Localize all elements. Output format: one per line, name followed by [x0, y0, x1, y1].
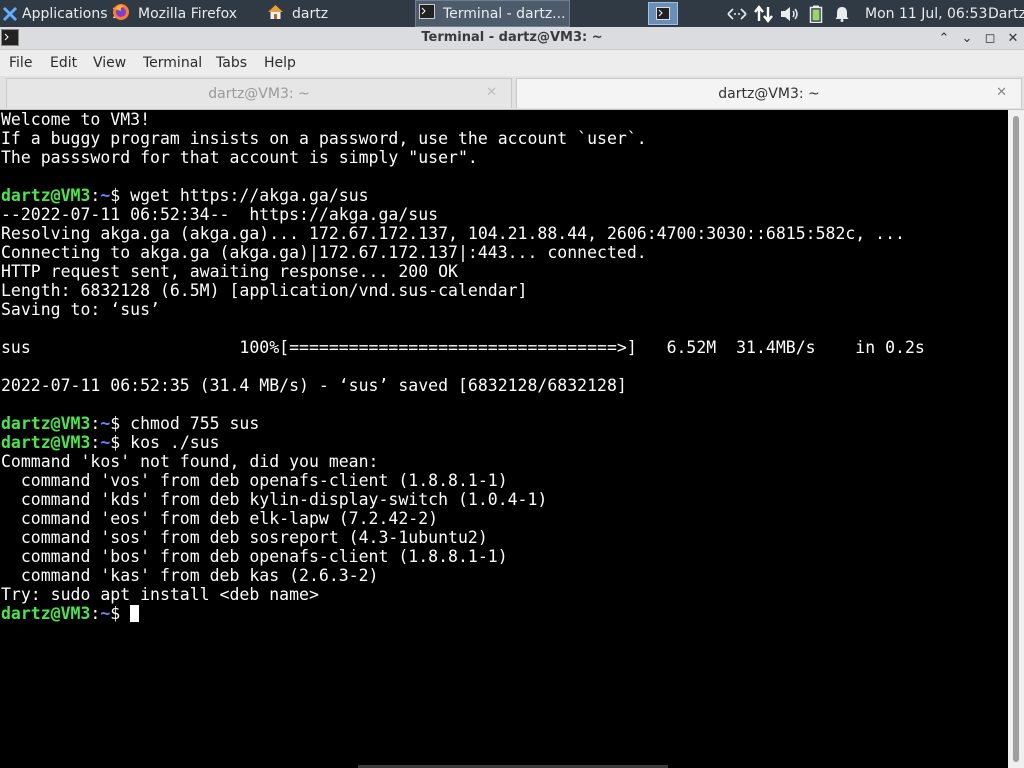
terminal-line: Saving to: ‘sus’: [1, 300, 160, 319]
tab-2[interactable]: dartz@VM3: ~ ✕: [516, 78, 1022, 108]
terminal-line: dartz@VM3:~$ kos ./sus: [1, 433, 925, 452]
volume-icon[interactable]: [780, 0, 800, 27]
menu-help[interactable]: Help: [264, 55, 296, 71]
terminal-line: --2022-07-11 06:52:34-- https://akga.ga/…: [1, 205, 439, 224]
tab-1-label: dartz@VM3: ~: [208, 86, 310, 102]
command-text: chmod 755 sus: [130, 414, 260, 433]
command-text: wget https://akga.ga/sus: [130, 186, 369, 205]
tab-bar: dartz@VM3: ~ ✕ dartz@VM3: ~ ✕: [0, 76, 1024, 110]
menu-bar: File Edit View Terminal Tabs Help: [0, 50, 1024, 76]
menu-tabs[interactable]: Tabs: [216, 55, 247, 71]
battery-icon[interactable]: [809, 0, 823, 27]
prompt-symbol: $: [110, 604, 131, 623]
scrollbar-thumb[interactable]: [1013, 116, 1019, 762]
prompt-user-host: dartz@VM3: [1, 186, 91, 205]
tab-1-close-icon[interactable]: ✕: [486, 85, 497, 100]
window-titlebar[interactable]: Terminal - dartz@VM3: ~ ⌃ ⌄ ◻ ✕: [0, 27, 1024, 50]
terminal-line: Resolving akga.ga (akga.ga)... 172.67.17…: [1, 224, 905, 243]
terminal-line: Length: 6832128 (6.5M) [application/vnd.…: [1, 281, 528, 300]
terminal-line: command 'eos' from deb elk-lapw (7.2.42-…: [1, 509, 439, 528]
prompt-symbol: $: [110, 186, 131, 205]
prompt-separator: :: [90, 186, 101, 205]
window-title: Terminal - dartz@VM3: ~: [421, 30, 603, 45]
prompt-user-host: dartz@VM3: [1, 433, 91, 452]
terminal-line: command 'sos' from deb sosreport (4.3-1u…: [1, 528, 488, 547]
tab-2-label: dartz@VM3: ~: [718, 86, 820, 102]
prompt-user-host: dartz@VM3: [1, 604, 91, 623]
terminal-output[interactable]: Welcome to VM3! If a buggy program insist…: [0, 110, 1008, 768]
workspace-1[interactable]: [648, 2, 678, 25]
taskbar-terminal[interactable]: Terminal - dartz...: [415, 0, 570, 27]
taskbar-firefox-label: Mozilla Firefox: [138, 5, 238, 22]
terminal-line: dartz@VM3:~$ chmod 755 sus: [1, 414, 925, 433]
taskbar-terminal-label: Terminal - dartz...: [443, 5, 566, 22]
notifications-bell-icon[interactable]: [834, 0, 850, 27]
xfce-icon: [2, 6, 18, 22]
text-cursor: [130, 605, 140, 622]
terminal-line: 2022-07-11 06:52:35 (31.4 MB/s) - ‘sus’ …: [1, 376, 627, 395]
maximize-icon[interactable]: ◻: [982, 30, 998, 46]
tab-2-close-icon[interactable]: ✕: [996, 85, 1007, 100]
close-icon[interactable]: ✕: [1005, 30, 1021, 46]
prompt-symbol: $: [110, 414, 131, 433]
prompt-path: ~: [100, 604, 111, 623]
menu-edit[interactable]: Edit: [50, 55, 77, 71]
prompt-separator: :: [90, 414, 101, 433]
terminal-line: command 'bos' from deb openafs-client (1…: [1, 547, 508, 566]
terminal-line: Try: sudo apt install <deb name>: [1, 585, 319, 604]
firefox-icon: [112, 3, 130, 25]
terminal-line: Welcome to VM3!: [1, 110, 151, 129]
prompt-path: ~: [100, 186, 111, 205]
prompt-symbol: $: [110, 433, 131, 452]
scrollbar[interactable]: [1008, 110, 1024, 768]
tab-1[interactable]: dartz@VM3: ~ ✕: [6, 78, 512, 108]
top-panel: Applications ☰ Mozilla Firefox dartz Ter…: [0, 0, 1024, 27]
prompt-user-host: dartz@VM3: [1, 414, 91, 433]
command-text: kos ./sus: [130, 433, 220, 452]
terminal-line: command 'kas' from deb kas (2.6.3-2): [1, 566, 379, 585]
applications-menu-button[interactable]: Applications ☰: [0, 0, 125, 27]
terminal-line: command 'kds' from deb kylin-display-swi…: [1, 490, 548, 509]
terminal-line: If a buggy program insists on a password…: [1, 129, 647, 148]
terminal-line: HTTP request sent, awaiting response... …: [1, 262, 458, 281]
terminal-icon: [656, 7, 670, 20]
menu-file[interactable]: File: [9, 55, 32, 71]
prompt-path: ~: [100, 414, 111, 433]
terminal-line: sus 100%[===============================…: [1, 338, 925, 357]
prompt-separator: :: [90, 433, 101, 452]
user-menu[interactable]: Dartz: [988, 0, 1024, 27]
terminal-icon: [419, 4, 435, 23]
home-folder-icon: [267, 4, 284, 24]
taskbar-files-label: dartz: [292, 5, 329, 22]
menu-view[interactable]: View: [93, 55, 126, 71]
prompt-path: ~: [100, 433, 111, 452]
workspace-switcher[interactable]: [646, 0, 680, 27]
restore-icon[interactable]: ⌄: [959, 30, 975, 46]
terminal-line: Command 'kos' not found, did you mean:: [1, 452, 379, 471]
terminal-line: dartz@VM3:~$: [1, 604, 925, 623]
network-arrows-icon[interactable]: [726, 0, 748, 27]
prompt-separator: :: [90, 604, 101, 623]
taskbar-files[interactable]: dartz: [265, 0, 410, 27]
terminal-line: Connecting to akga.ga (akga.ga)|172.67.1…: [1, 243, 647, 262]
minimize-icon[interactable]: ⌃: [936, 30, 952, 46]
terminal-line: The passsword for that account is simply…: [1, 148, 478, 167]
clock[interactable]: Mon 11 Jul, 06:53: [865, 0, 987, 27]
taskbar-firefox[interactable]: Mozilla Firefox: [110, 0, 260, 27]
terminal-line: dartz@VM3:~$ wget https://akga.ga/sus: [1, 186, 925, 205]
menu-terminal[interactable]: Terminal: [143, 55, 202, 71]
network-transfer-icon[interactable]: [754, 0, 774, 27]
terminal-line: command 'vos' from deb openafs-client (1…: [1, 471, 508, 490]
